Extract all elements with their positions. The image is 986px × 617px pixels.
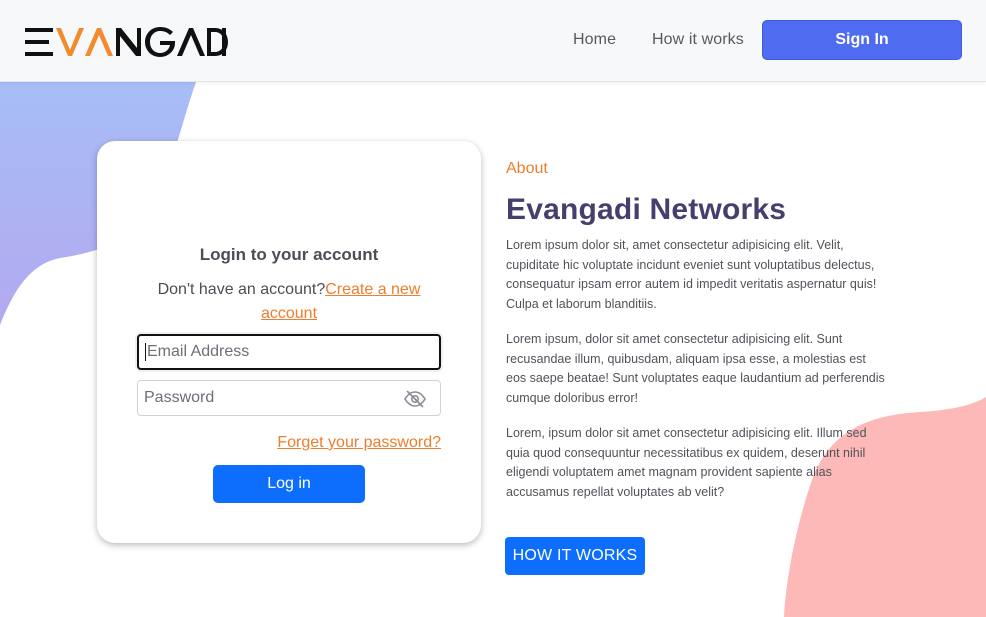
forgot-password-link[interactable]: Forget your password? — [277, 434, 441, 452]
email-placeholder: Email Address — [147, 343, 250, 360]
about-paragraph-2: Lorem ipsum, dolor sit amet consectetur … — [506, 332, 885, 405]
evangadi-logo[interactable] — [25, 26, 229, 58]
login-button[interactable]: Log in — [213, 465, 365, 503]
sign-in-button[interactable]: Sign In — [762, 20, 962, 60]
signup-prompt: Don't have an account?Create a new accou… — [147, 278, 431, 326]
login-title: Login to your account — [199, 245, 379, 264]
email-field[interactable]: Email Address — [137, 334, 441, 370]
about-label: About — [506, 160, 548, 177]
about-paragraph-3: Lorem, ipsum dolor sit amet consectetur … — [506, 426, 867, 499]
nav-home-link[interactable]: Home — [573, 31, 616, 49]
how-it-works-button[interactable]: HOW IT WORKS — [505, 537, 645, 575]
eye-slash-icon[interactable] — [404, 389, 426, 409]
top-navbar: Home How it works Sign In — [0, 0, 986, 82]
about-title: Evangadi Networks — [506, 193, 787, 226]
logo-i-bar — [222, 28, 226, 56]
password-field[interactable]: Password — [137, 380, 441, 416]
login-card: Login to your account Don't have an acco… — [97, 141, 481, 543]
nav-how-it-works-link[interactable]: How it works — [652, 31, 744, 49]
no-account-text: Don't have an account? — [157, 281, 326, 298]
about-paragraph-1: Lorem ipsum dolor sit, amet consectetur … — [506, 238, 877, 311]
password-placeholder: Password — [144, 389, 215, 406]
text-caret — [145, 343, 146, 361]
page: Home How it works Sign In Login to your … — [0, 0, 986, 617]
